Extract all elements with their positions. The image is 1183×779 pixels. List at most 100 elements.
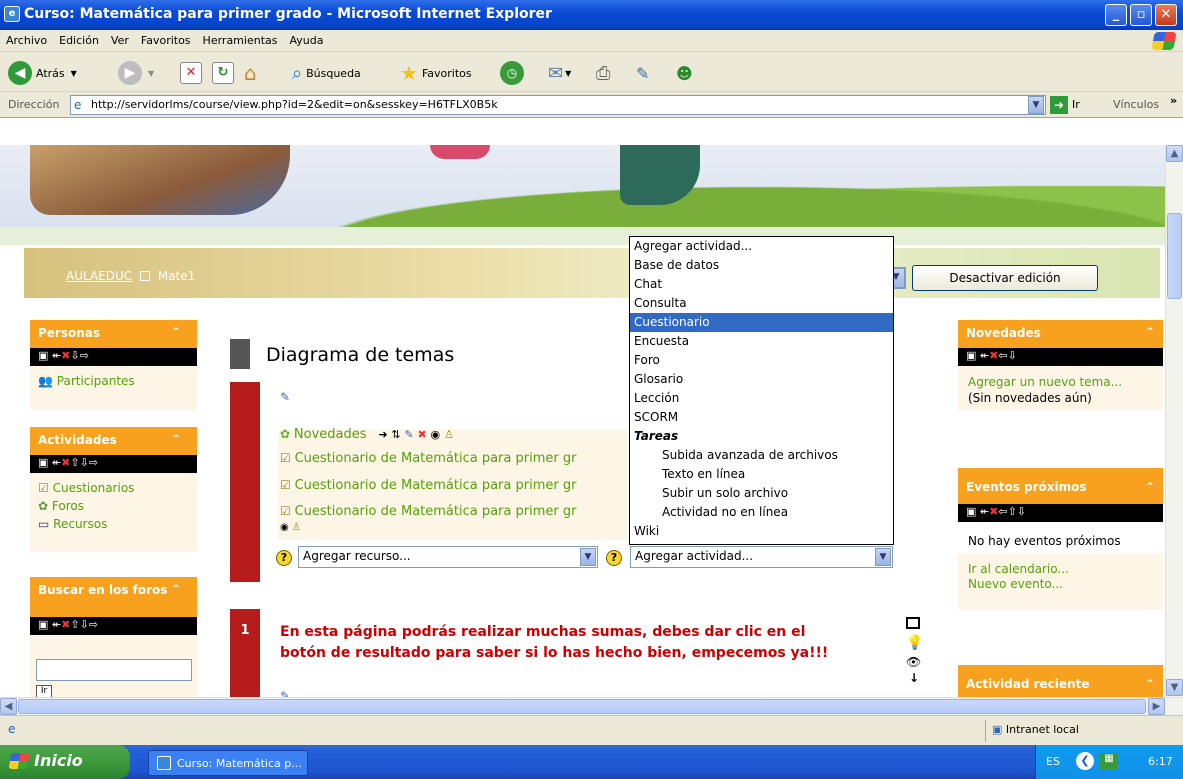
forum-search-button[interactable]: Ir xyxy=(36,685,52,697)
collapse-icon[interactable]: ⌃ xyxy=(171,582,181,596)
collapse-icon[interactable]: ⌃ xyxy=(171,432,181,446)
left-icon[interactable]: ↞ xyxy=(980,349,989,362)
messenger-button[interactable]: ☻ xyxy=(676,60,693,86)
resources-link[interactable]: Recursos xyxy=(53,517,107,531)
scroll-left-icon[interactable]: ◀ xyxy=(0,698,17,715)
move-right-icon[interactable]: ➜ xyxy=(378,428,387,441)
go-arrow-icon[interactable]: ➜ xyxy=(1050,96,1068,114)
highlight-icon[interactable] xyxy=(906,617,920,629)
menu-herramientas[interactable]: Herramientas xyxy=(197,30,284,47)
menu-favoritos[interactable]: Favoritos xyxy=(135,30,197,47)
add-activity-select[interactable]: Agregar actividad... ▼ xyxy=(630,546,893,568)
down-icon[interactable]: ⇩ xyxy=(1008,349,1017,362)
left-icon[interactable]: ↞ xyxy=(52,618,61,631)
lang-bar-icon[interactable]: ❮ xyxy=(1076,752,1094,770)
print-button[interactable]: ⎙ xyxy=(596,60,610,86)
mail-button[interactable]: ✉ ▼ xyxy=(548,60,571,86)
scroll-down-icon[interactable]: ▼ xyxy=(1166,679,1183,696)
edit-summary-icon[interactable]: ✎ xyxy=(280,689,290,697)
delete-icon[interactable]: ✖ xyxy=(61,618,70,631)
edit-summary-icon[interactable]: ✎ xyxy=(280,390,290,404)
down-icon[interactable]: ⇩ xyxy=(80,456,89,469)
hide-icon[interactable]: ◉ xyxy=(280,522,289,533)
quizzes-link[interactable]: Cuestionarios xyxy=(53,481,135,495)
menu-ayuda[interactable]: Ayuda xyxy=(283,30,329,47)
search-button[interactable]: ⌕ Búsqueda xyxy=(292,60,361,86)
up-icon[interactable]: ⇧ xyxy=(70,456,79,469)
delete-icon[interactable]: ✖ xyxy=(61,349,70,362)
collapse-icon[interactable]: ⌃ xyxy=(1145,480,1155,494)
move-icon[interactable]: ⇅ xyxy=(391,428,400,441)
taskbar-item-browser[interactable]: Curso: Matemática p... xyxy=(148,750,308,776)
left-icon[interactable]: ↞ xyxy=(980,505,989,518)
quiz-link[interactable]: Cuestionario de Matemática para primer g… xyxy=(295,451,577,466)
scroll-right-icon[interactable]: ▶ xyxy=(1148,698,1165,715)
left-arrow-icon[interactable]: ⇦ xyxy=(998,505,1007,518)
dropdown-option[interactable]: Cuestionario xyxy=(630,313,893,332)
down-icon[interactable]: ⇩ xyxy=(80,618,89,631)
address-dropdown-icon[interactable]: ▼ xyxy=(1028,96,1044,114)
delete-icon[interactable]: ✖ xyxy=(989,505,998,518)
help-icon[interactable]: ? xyxy=(276,550,292,566)
history-button[interactable]: ◷ xyxy=(500,60,524,86)
dropdown-option[interactable]: Subir un solo archivo xyxy=(630,484,893,503)
dropdown-option[interactable]: Foro xyxy=(630,351,893,370)
vertical-scrollbar[interactable]: ▲ ▼ xyxy=(1165,145,1183,697)
add-topic-link[interactable]: Agregar un nuevo tema... xyxy=(968,374,1153,390)
forums-link[interactable]: Foros xyxy=(52,499,84,513)
forward-button[interactable]: ▶ ▼ xyxy=(118,60,154,86)
dropdown-option[interactable]: Lección xyxy=(630,389,893,408)
right-icon[interactable]: ⇨ xyxy=(89,456,98,469)
news-forum-link[interactable]: Novedades xyxy=(294,427,367,442)
close-button[interactable]: ✕ xyxy=(1155,4,1177,26)
address-input[interactable]: e http://servidorlms/course/view.php?id=… xyxy=(70,95,1046,115)
help-icon[interactable]: ? xyxy=(606,550,622,566)
stop-button[interactable]: ✕ xyxy=(180,60,202,86)
dropdown-option[interactable]: Base de datos xyxy=(630,256,893,275)
right-icon[interactable]: ⇨ xyxy=(80,349,89,362)
chevron-right-icon[interactable]: » xyxy=(1170,94,1177,107)
right-icon[interactable]: ⇨ xyxy=(89,618,98,631)
calendar-link[interactable]: Ir al calendario... xyxy=(968,562,1153,577)
move-down-icon[interactable]: ↓ xyxy=(909,671,919,685)
move-icon[interactable]: ▣ xyxy=(38,618,48,631)
delete-icon[interactable]: ✖ xyxy=(417,428,426,441)
dropdown-option[interactable]: Texto en línea xyxy=(630,465,893,484)
quiz-link[interactable]: Cuestionario de Matemática para primer g… xyxy=(295,504,577,519)
groups-icon[interactable]: ♙ xyxy=(292,522,301,533)
add-resource-select[interactable]: Agregar recurso... ▼ xyxy=(298,546,598,568)
move-icon[interactable]: ▣ xyxy=(38,349,48,362)
collapse-icon[interactable]: ⌃ xyxy=(1145,677,1155,691)
left-icon[interactable]: ↞ xyxy=(52,456,61,469)
forum-search-input[interactable] xyxy=(36,659,192,681)
down-icon[interactable]: ⇩ xyxy=(1017,505,1026,518)
dropdown-option[interactable]: Actividad no en línea xyxy=(630,503,893,522)
minimize-button[interactable]: _ xyxy=(1105,4,1127,26)
groups-icon[interactable]: ♙ xyxy=(444,428,454,441)
up-icon[interactable]: ⇧ xyxy=(1008,505,1017,518)
participants-link[interactable]: Participantes xyxy=(57,374,135,388)
new-event-link[interactable]: Nuevo evento... xyxy=(968,577,1153,592)
language-indicator[interactable]: ES xyxy=(1046,755,1060,768)
dropdown-option[interactable]: Wiki xyxy=(630,522,893,541)
dropdown-option[interactable]: Agregar actividad... xyxy=(630,237,893,256)
menu-ver[interactable]: Ver xyxy=(105,30,135,47)
edit-button[interactable]: ✎ xyxy=(636,60,649,86)
left-icon[interactable]: ↞ xyxy=(52,349,61,362)
down-icon[interactable]: ⇩ xyxy=(70,349,79,362)
go-button[interactable]: Ir xyxy=(1072,98,1080,111)
dropdown-option[interactable]: SCORM xyxy=(630,408,893,427)
scroll-up-icon[interactable]: ▲ xyxy=(1166,145,1183,162)
disable-editing-button[interactable]: Desactivar edición xyxy=(912,265,1098,291)
scrollbar-thumb[interactable] xyxy=(18,699,1146,714)
start-button[interactable]: Inicio xyxy=(0,745,130,779)
move-icon[interactable]: ▣ xyxy=(38,456,48,469)
move-icon[interactable]: ▣ xyxy=(966,505,976,518)
menu-edicion[interactable]: Edición xyxy=(53,30,105,47)
maximize-button[interactable]: ▫ xyxy=(1130,4,1152,26)
edit-icon[interactable]: ✎ xyxy=(404,428,413,441)
links-label[interactable]: Vínculos xyxy=(1113,98,1159,111)
dropdown-option[interactable]: Chat xyxy=(630,275,893,294)
lightbulb-icon[interactable]: 💡 xyxy=(906,635,923,651)
home-button[interactable]: ⌂ xyxy=(244,60,257,86)
